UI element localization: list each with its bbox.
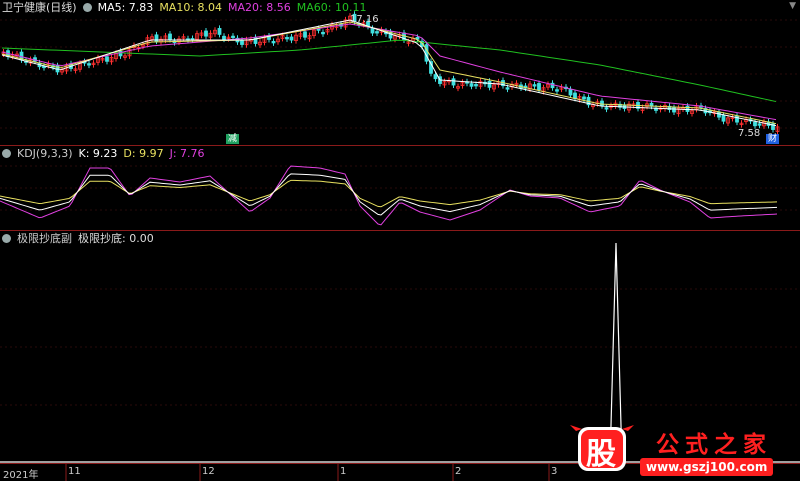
candle-body bbox=[753, 121, 757, 127]
candle-body bbox=[375, 31, 379, 34]
candle-body bbox=[604, 107, 609, 110]
candle-body bbox=[105, 56, 109, 62]
candle-body bbox=[532, 84, 537, 87]
candle-body bbox=[555, 89, 559, 92]
price-panel-header: 卫宁健康(日线) MA5: 7.83 MA10: 8.04 MA20: 8.56… bbox=[0, 0, 367, 15]
ma20-label: MA20: 8.56 bbox=[228, 0, 291, 14]
bottom-panel-header: 极限抄底副 极限抄底: 0.00 bbox=[0, 231, 154, 245]
candle-body bbox=[537, 83, 541, 91]
kdj-j-line bbox=[0, 165, 778, 226]
high-price-label: 17.16 bbox=[350, 14, 379, 25]
kdj-panel-header: KDJ(9,3,3) K: 9.23 D: 9.97 J: 7.76 bbox=[0, 146, 205, 160]
kdj-panel[interactable]: KDJ(9,3,3) K: 9.23 D: 9.97 J: 7.76 bbox=[0, 146, 800, 230]
candle-body bbox=[600, 100, 604, 107]
candle-body bbox=[222, 35, 226, 40]
stock-title: 卫宁健康(日线) bbox=[2, 1, 77, 14]
kdj-d-label: D: 9.97 bbox=[123, 146, 164, 160]
candle-body bbox=[231, 35, 235, 39]
bottom-panel-value: 极限抄底: 0.00 bbox=[78, 232, 154, 245]
logo-brand-text: 公式之家 bbox=[656, 431, 772, 458]
candle-body bbox=[487, 80, 492, 88]
candle-body bbox=[573, 92, 577, 99]
candlestick-chart[interactable] bbox=[0, 0, 800, 145]
candle-body bbox=[87, 63, 91, 66]
kdj-k-line bbox=[0, 173, 778, 216]
candle-body bbox=[370, 27, 375, 34]
finance-report-tag: 财 bbox=[766, 134, 780, 144]
logo-url: www.gszj100.com bbox=[640, 458, 774, 476]
candle-body bbox=[505, 87, 510, 90]
candle-body bbox=[285, 37, 289, 40]
ma10-label: MA10: 8.04 bbox=[159, 0, 223, 14]
axis-label-year: 2021年 bbox=[3, 470, 39, 481]
candle-body bbox=[721, 114, 726, 122]
kdj-d-line bbox=[0, 179, 778, 208]
candle-body bbox=[289, 36, 294, 41]
axis-label-mar: 3 bbox=[551, 466, 558, 477]
candle-body bbox=[271, 41, 276, 44]
axis-label-jan: 1 bbox=[340, 466, 347, 477]
price-panel[interactable]: 卫宁健康(日线) MA5: 7.83 MA10: 8.04 MA20: 8.56… bbox=[0, 0, 800, 145]
candle-body bbox=[204, 30, 208, 37]
reduce-holding-tag: 减 bbox=[226, 134, 240, 144]
candle-body bbox=[568, 89, 573, 96]
candle-body bbox=[672, 107, 676, 113]
ma60-line bbox=[1, 39, 777, 103]
candle-body bbox=[168, 33, 172, 40]
candle-body bbox=[451, 78, 456, 86]
kdj-title: KDJ(9,3,3) bbox=[17, 146, 73, 160]
low-price-label: 7.58 bbox=[738, 128, 761, 139]
kdj-k-label: K: 9.23 bbox=[78, 146, 118, 160]
candle-body bbox=[433, 74, 438, 80]
logo-character: 股 bbox=[586, 437, 616, 472]
axis-label-dec: 12 bbox=[202, 466, 215, 477]
candle-body bbox=[474, 84, 478, 87]
ma60-label: MA60: 10.11 bbox=[296, 0, 367, 14]
candle-body bbox=[321, 31, 325, 35]
ma5-label: MA5: 7.83 bbox=[97, 0, 154, 14]
settings-icon[interactable] bbox=[82, 2, 92, 12]
watermark-logo: 股 公式之家 www.gszj100.com bbox=[568, 423, 798, 479]
axis-label-nov: 11 bbox=[68, 466, 81, 477]
bottom-panel-title: 极限抄底副 bbox=[17, 232, 72, 245]
candle-body bbox=[757, 123, 762, 126]
axis-label-feb: 2 bbox=[455, 466, 462, 477]
settings-icon[interactable] bbox=[2, 233, 11, 243]
candle-body bbox=[217, 28, 222, 35]
candle-body bbox=[303, 31, 307, 38]
kdj-j-label: J: 7.76 bbox=[169, 146, 205, 160]
settings-icon[interactable] bbox=[2, 148, 11, 158]
candle-body bbox=[469, 83, 474, 87]
candle-body bbox=[240, 39, 244, 45]
candle-body bbox=[582, 96, 586, 100]
